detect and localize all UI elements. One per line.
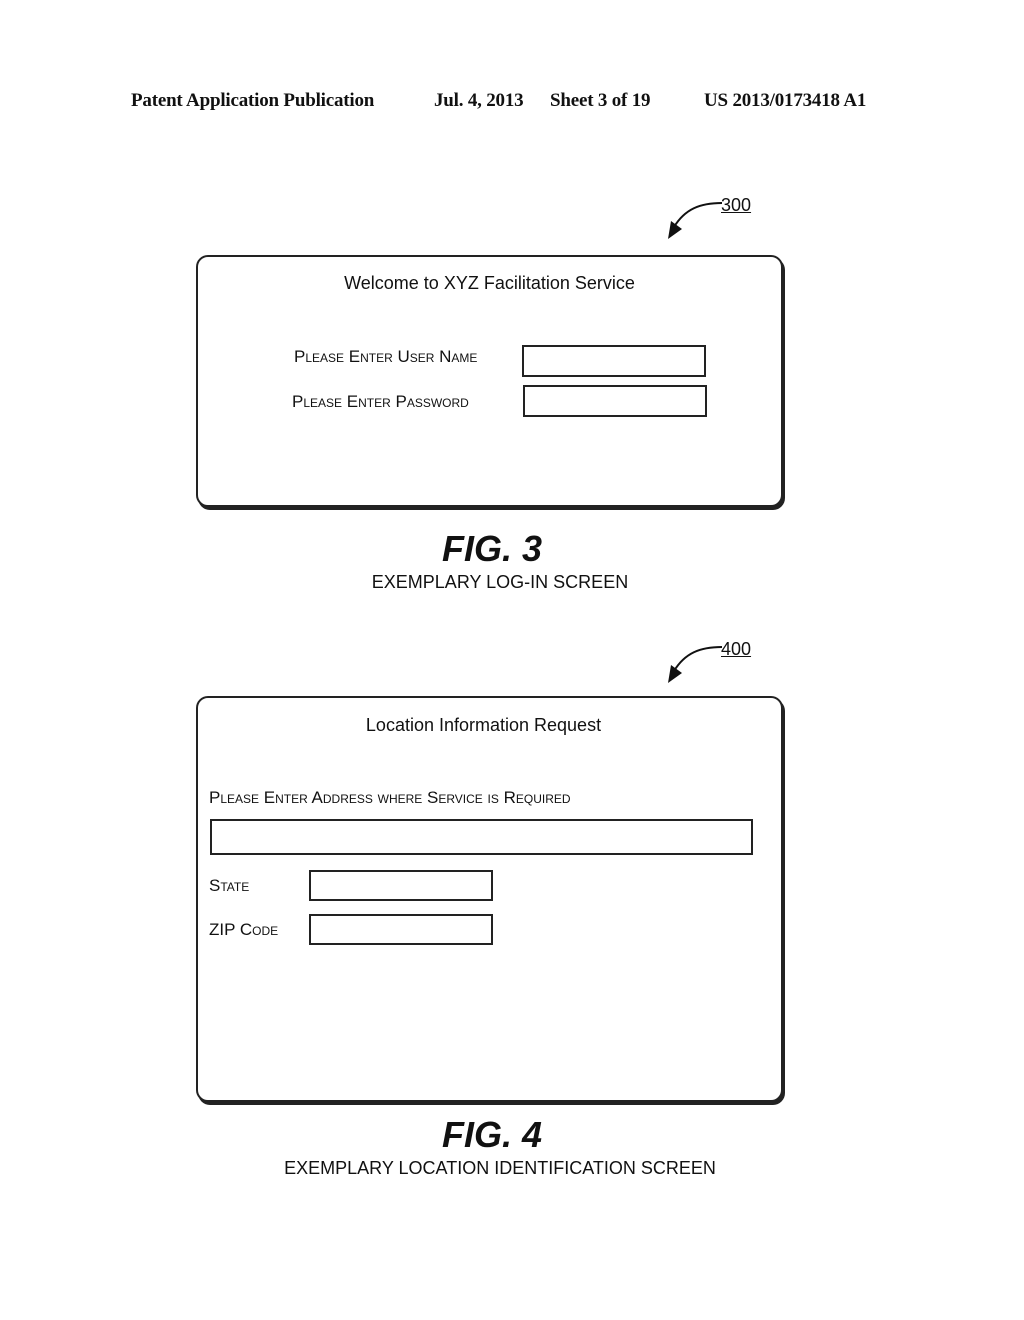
location-screen: Location Information Request Please Ente… [196, 696, 783, 1102]
sheet-number: Sheet 3 of 19 [550, 90, 651, 111]
address-input[interactable] [210, 819, 753, 855]
login-screen-title: Welcome to XYZ Facilitation Service [344, 273, 635, 293]
figure-4-label: FIG. 4 [441, 1114, 543, 1155]
password-label: Please Enter Password [292, 392, 469, 411]
publication-date: Jul. 4, 2013 [434, 90, 524, 111]
zip-code-input[interactable] [309, 914, 493, 945]
figure-3-caption: EXEMPLARY LOG-IN SCREEN [371, 572, 629, 592]
zip-code-label: ZIP Code [209, 920, 279, 939]
state-input[interactable] [309, 870, 493, 901]
reference-arrow-icon [668, 202, 723, 239]
username-input[interactable] [522, 345, 706, 377]
login-screen: Welcome to XYZ Facilitation Service Plea… [196, 255, 783, 507]
reference-number-400: 400 [721, 639, 752, 659]
state-label: State [209, 876, 250, 895]
figure-3-label: FIG. 3 [441, 528, 543, 569]
address-label: Please Enter Address where Service is Re… [209, 788, 571, 807]
publication-title: Patent Application Publication [131, 90, 375, 111]
reference-number-300: 300 [721, 195, 752, 215]
figure-4-caption: EXEMPLARY LOCATION IDENTIFICATION SCREEN [284, 1158, 716, 1178]
location-screen-title: Location Information Request [365, 715, 602, 735]
patent-number: US 2013/0173418 A1 [704, 90, 867, 111]
username-label: Please Enter User Name [294, 347, 478, 366]
password-input[interactable] [523, 385, 707, 417]
reference-arrow-icon [668, 646, 723, 683]
